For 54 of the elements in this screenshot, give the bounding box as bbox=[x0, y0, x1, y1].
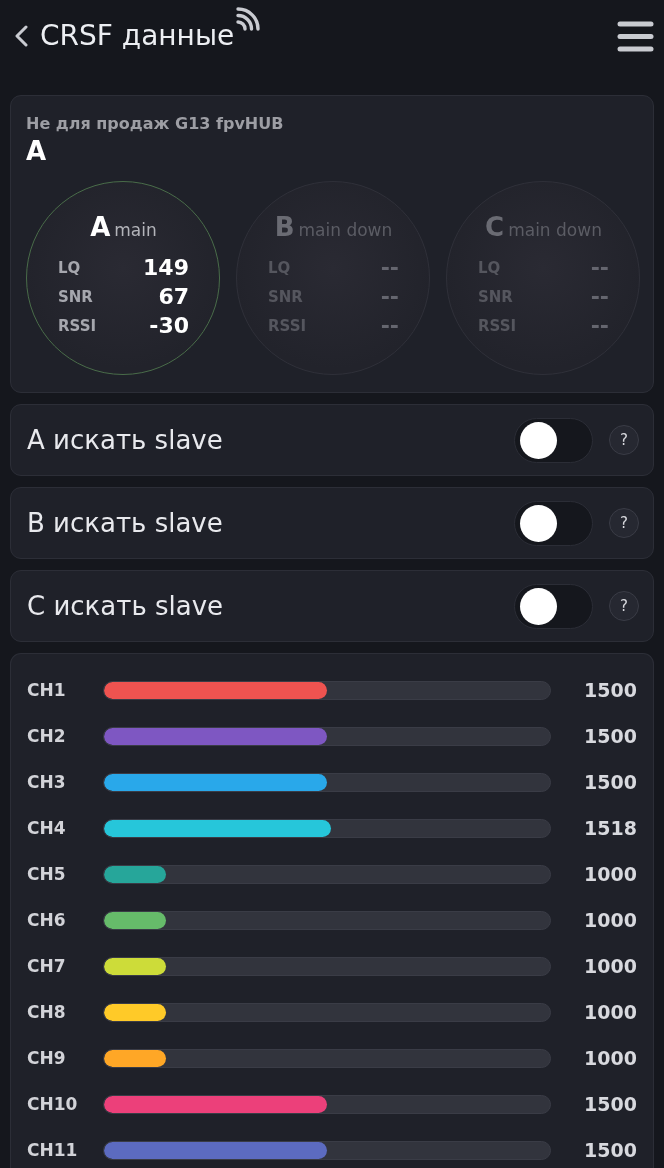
toggle-label: C искать slave bbox=[27, 589, 224, 623]
channel-value: 1000 bbox=[583, 954, 637, 980]
toggle-switch[interactable] bbox=[514, 417, 593, 463]
link-letter: B bbox=[274, 212, 295, 243]
channel-value: 1500 bbox=[583, 678, 637, 704]
channel-value: 1000 bbox=[583, 1046, 637, 1072]
stat-value: -- bbox=[590, 314, 609, 337]
channel-label: CH11 bbox=[27, 1138, 79, 1162]
channel-value: 1000 bbox=[583, 862, 637, 888]
channel-value: 1000 bbox=[583, 908, 637, 934]
link-letter: A bbox=[90, 212, 111, 243]
channel-label: CH9 bbox=[27, 1046, 67, 1070]
stat-value: 149 bbox=[143, 256, 189, 279]
stat-label: RSSI bbox=[58, 315, 97, 337]
stat-label: LQ bbox=[58, 257, 81, 279]
toggle-switch[interactable] bbox=[514, 583, 593, 629]
stat-value: -30 bbox=[149, 314, 189, 337]
help-button[interactable]: ? bbox=[609, 425, 639, 456]
signal-icon bbox=[236, 7, 263, 31]
stat-label: SNR bbox=[58, 286, 93, 308]
channel-label: CH5 bbox=[27, 862, 67, 886]
back-icon[interactable] bbox=[14, 25, 28, 47]
channel-value: 1500 bbox=[583, 1092, 637, 1118]
stat-value: -- bbox=[380, 256, 399, 279]
help-button[interactable]: ? bbox=[609, 508, 639, 539]
channel-label: CH4 bbox=[27, 816, 67, 840]
stat-value: -- bbox=[590, 256, 609, 279]
channel-value: 1500 bbox=[583, 1138, 637, 1164]
stat-value: 67 bbox=[158, 285, 189, 308]
link-letter: C bbox=[485, 212, 505, 243]
receiver-name: Не для продаж G13 fpvHUB bbox=[26, 114, 285, 134]
channel-value: 1500 bbox=[583, 770, 637, 796]
channel-label: CH7 bbox=[27, 954, 67, 978]
channel-value: 1500 bbox=[583, 724, 637, 750]
channel-value: 1518 bbox=[583, 816, 637, 842]
channel-label: CH10 bbox=[27, 1092, 79, 1116]
channel-label: CH2 bbox=[27, 724, 67, 748]
channel-label: CH1 bbox=[27, 678, 67, 702]
channel-label: CH3 bbox=[27, 770, 67, 794]
channel-label: CH6 bbox=[27, 908, 67, 932]
stat-value: -- bbox=[380, 314, 399, 337]
help-button[interactable]: ? bbox=[609, 591, 639, 622]
link-circle[interactable]: A main LQ 149 SNR 67 RSSI -30 bbox=[26, 181, 220, 376]
stat-value: -- bbox=[590, 285, 609, 308]
stat-value: -- bbox=[380, 285, 399, 308]
link-mode: main bbox=[114, 220, 157, 241]
channel-label: CH8 bbox=[27, 1000, 67, 1024]
menu-icon[interactable] bbox=[617, 20, 654, 52]
toggle-label: B искать slave bbox=[27, 506, 223, 540]
page-title: CRSF данные bbox=[40, 19, 235, 53]
active-link-label: A bbox=[26, 136, 48, 168]
channel-value: 1000 bbox=[583, 1000, 637, 1026]
toggle-switch[interactable] bbox=[514, 500, 593, 546]
toggle-label: A искать slave bbox=[27, 423, 223, 457]
